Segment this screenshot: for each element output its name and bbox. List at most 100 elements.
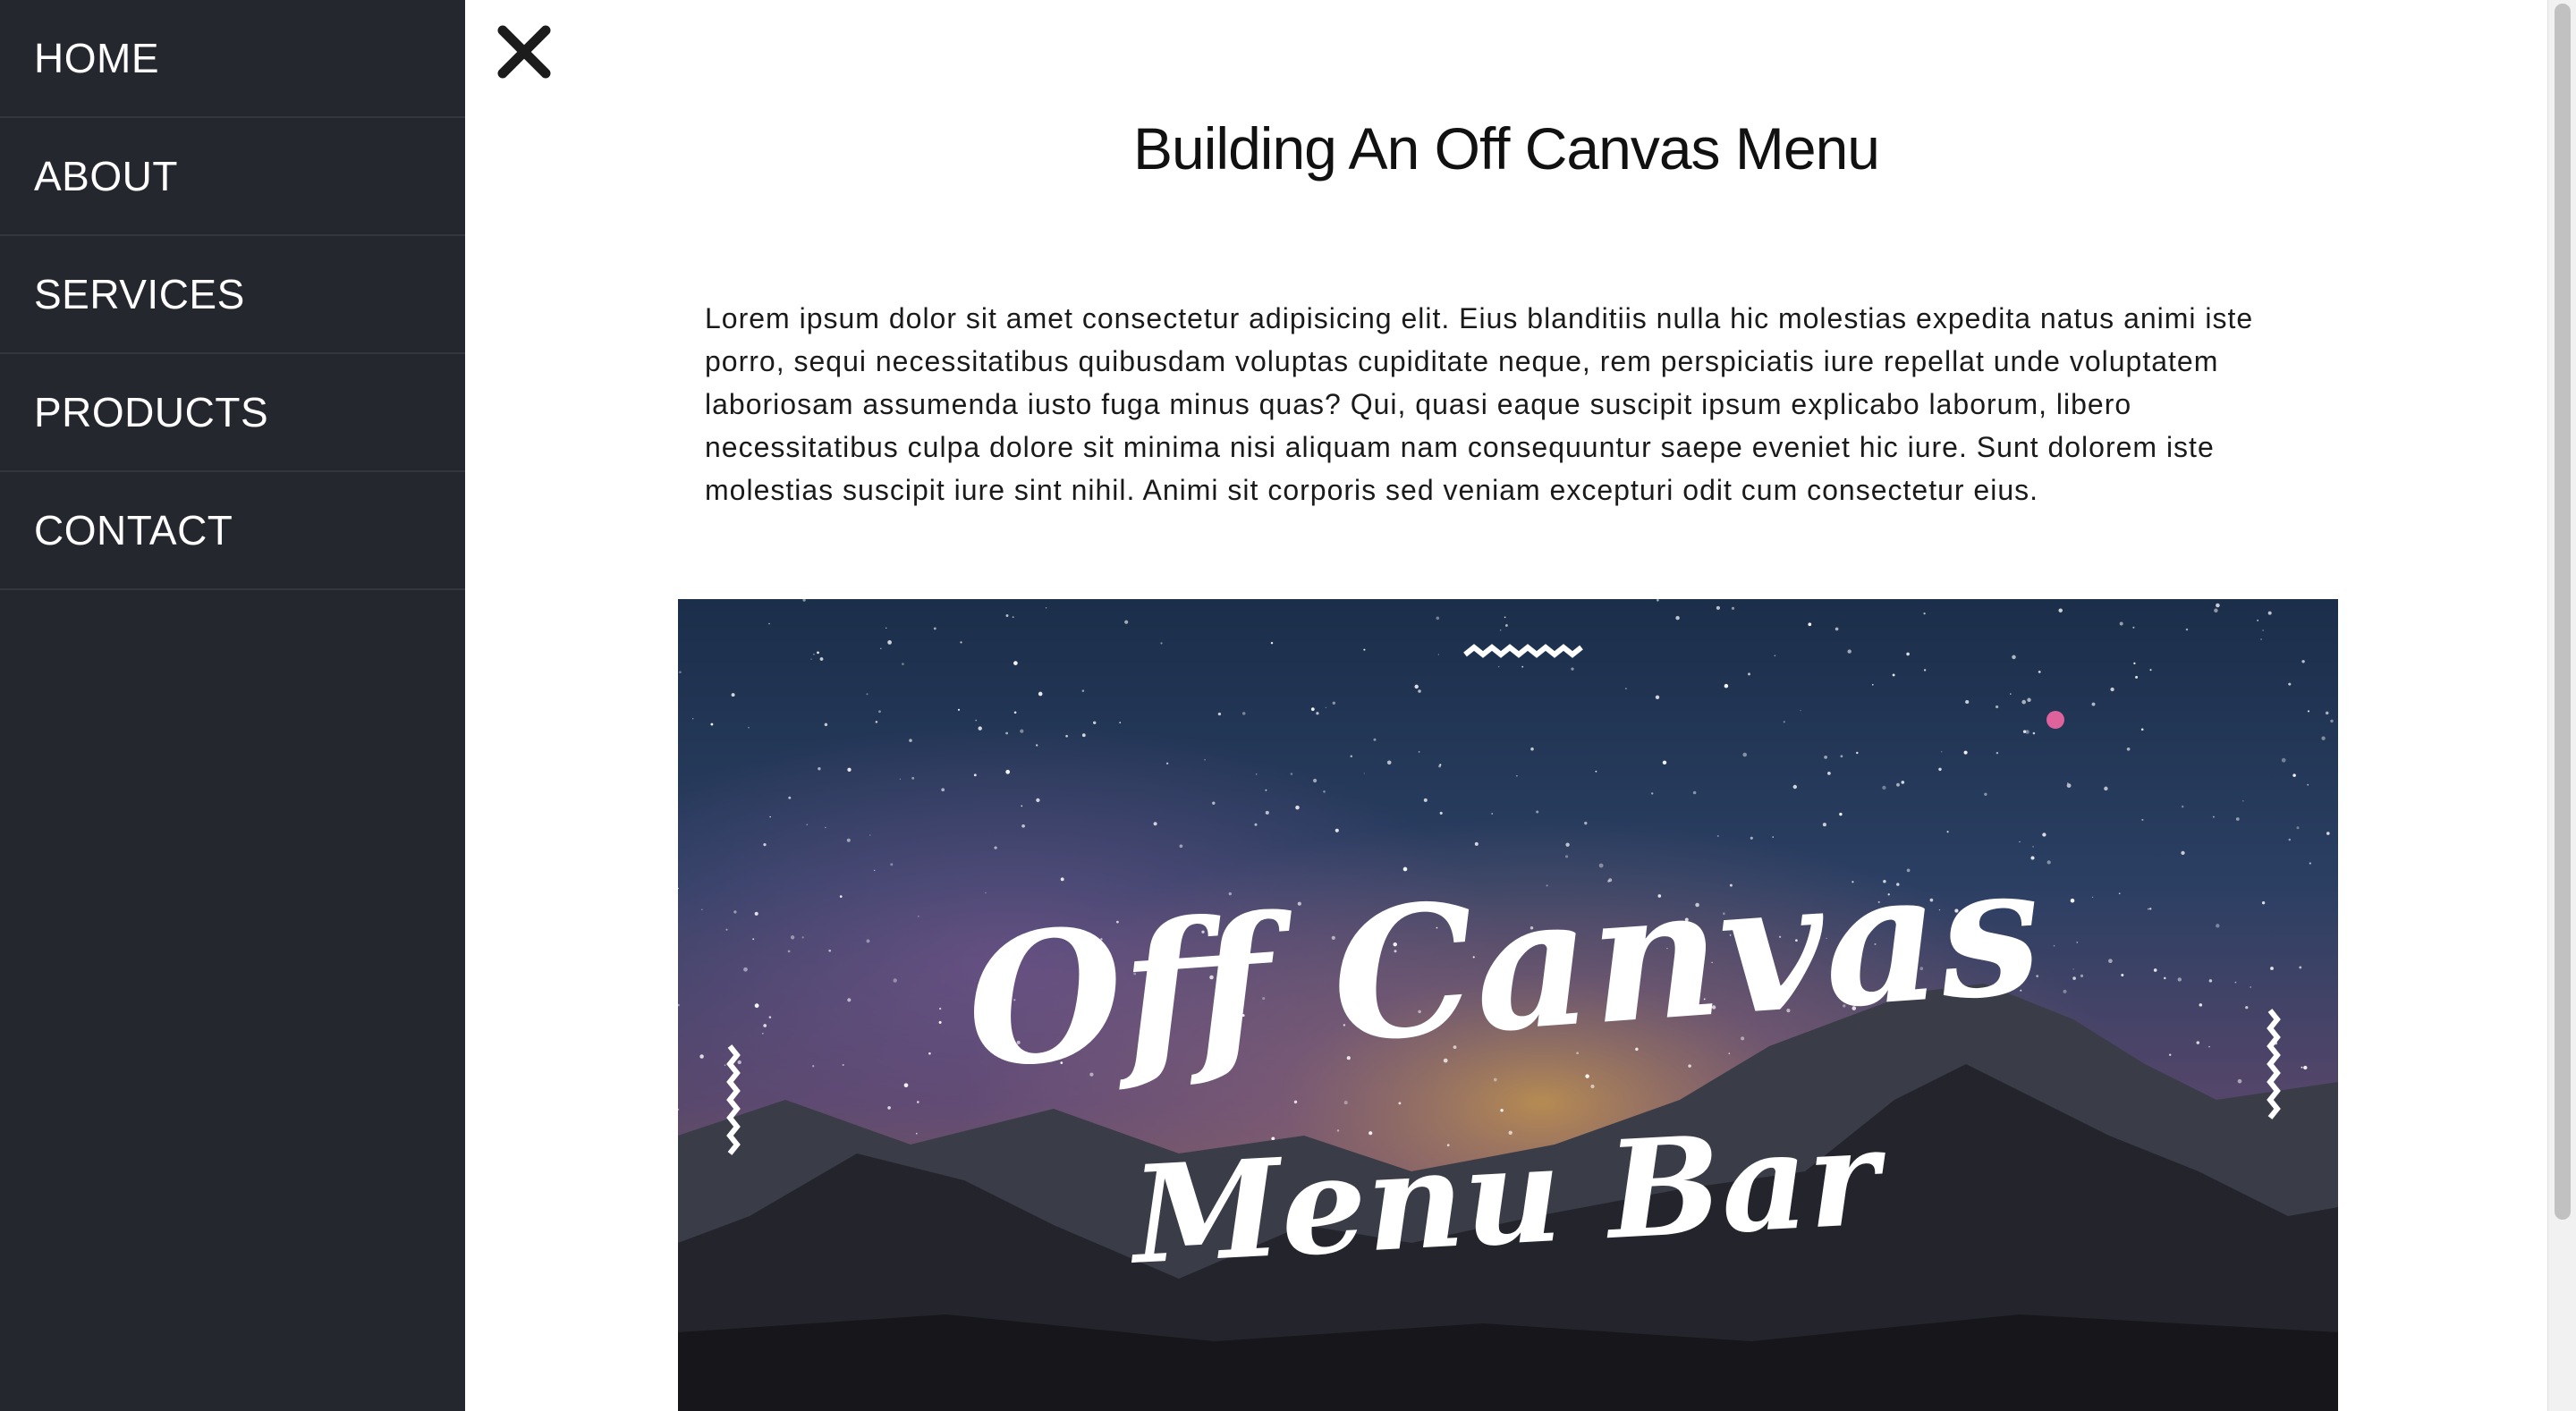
- star: [1005, 769, 1011, 774]
- star: [2267, 611, 2272, 615]
- nav-item-home[interactable]: HOME: [0, 0, 465, 118]
- star: [1530, 747, 1534, 751]
- star: [880, 647, 882, 650]
- star: [819, 657, 824, 661]
- star: [1060, 877, 1064, 882]
- star: [1516, 774, 1518, 777]
- star: [748, 726, 750, 729]
- star: [2301, 660, 2305, 663]
- star: [2141, 818, 2144, 821]
- star: [1438, 765, 1442, 768]
- star: [1595, 770, 1597, 773]
- star: [878, 710, 881, 714]
- star: [761, 1032, 764, 1035]
- star: [1827, 772, 1831, 775]
- vertical-scrollbar[interactable]: [2547, 0, 2576, 1411]
- star: [724, 1064, 726, 1066]
- star: [1824, 756, 1827, 759]
- star: [1963, 750, 1968, 755]
- star: [1521, 665, 1524, 668]
- intro-paragraph: Lorem ipsum dolor sit amet consectetur a…: [705, 302, 2254, 506]
- star: [1871, 683, 1874, 686]
- nav-link-contact[interactable]: CONTACT: [34, 506, 233, 554]
- star: [754, 911, 758, 916]
- star: [1363, 648, 1366, 651]
- star: [2091, 702, 2096, 706]
- star: [1295, 805, 1300, 810]
- star: [2208, 1045, 2210, 1048]
- star: [1896, 782, 1900, 787]
- star: [2027, 697, 2031, 703]
- star: [2181, 805, 2184, 808]
- star: [2126, 747, 2131, 751]
- star: [2235, 817, 2240, 821]
- star: [1500, 1109, 1504, 1112]
- star: [1662, 760, 1667, 765]
- close-menu-button[interactable]: [496, 23, 553, 80]
- star: [1996, 751, 1999, 755]
- star: [2288, 682, 2292, 686]
- star: [1012, 616, 1014, 618]
- star: [2299, 966, 2302, 969]
- star: [918, 916, 919, 917]
- star: [938, 1020, 942, 1024]
- star: [2153, 968, 2157, 972]
- star: [2292, 773, 2296, 777]
- star: [2032, 731, 2036, 735]
- star: [812, 1065, 815, 1068]
- star: [768, 622, 770, 625]
- star: [1343, 1101, 1348, 1105]
- star: [813, 654, 815, 655]
- star: [2309, 862, 2311, 865]
- star: [1290, 773, 1293, 775]
- star: [1414, 684, 1419, 689]
- star: [2330, 719, 2334, 723]
- star: [1256, 773, 1258, 775]
- nav-item-products[interactable]: PRODUCTS: [0, 354, 465, 472]
- star: [978, 726, 982, 731]
- star: [2261, 901, 2266, 905]
- star: [1005, 614, 1009, 617]
- nav-item-services[interactable]: SERVICES: [0, 236, 465, 354]
- star: [1923, 669, 1927, 672]
- star: [731, 693, 735, 697]
- star: [1624, 688, 1627, 690]
- star: [2237, 1078, 2242, 1084]
- star: [1504, 616, 1506, 619]
- star: [699, 1054, 704, 1059]
- star: [1750, 836, 1753, 840]
- nav-item-about[interactable]: ABOUT: [0, 118, 465, 236]
- star: [1497, 665, 1500, 668]
- star: [887, 640, 892, 645]
- star: [2281, 757, 2286, 763]
- star: [1418, 751, 1420, 753]
- star: [1504, 624, 1508, 627]
- star: [1373, 738, 1377, 741]
- nav-link-about[interactable]: ABOUT: [34, 152, 178, 200]
- star: [818, 766, 821, 771]
- star: [1941, 751, 1943, 753]
- star: [1536, 810, 1539, 814]
- nav-link-home[interactable]: HOME: [34, 34, 159, 82]
- star: [828, 949, 832, 952]
- nav-link-products[interactable]: PRODUCTS: [34, 388, 268, 436]
- star: [1995, 705, 1999, 709]
- nav-link-services[interactable]: SERVICES: [34, 270, 245, 318]
- star: [1748, 672, 1750, 676]
- star: [1313, 778, 1318, 783]
- star: [2070, 898, 2075, 903]
- star: [743, 967, 748, 972]
- star: [2118, 892, 2121, 895]
- star: [869, 834, 871, 836]
- star: [1906, 652, 1910, 656]
- star: [1081, 733, 1086, 738]
- star: [810, 658, 812, 660]
- star: [1212, 801, 1216, 805]
- star: [1692, 790, 1697, 795]
- star: [1335, 828, 1339, 832]
- star: [2307, 783, 2309, 786]
- star: [1065, 734, 1068, 738]
- nav-item-contact[interactable]: CONTACT: [0, 472, 465, 590]
- scrollbar-thumb[interactable]: [2555, 4, 2571, 1220]
- pink-star: [2046, 711, 2064, 729]
